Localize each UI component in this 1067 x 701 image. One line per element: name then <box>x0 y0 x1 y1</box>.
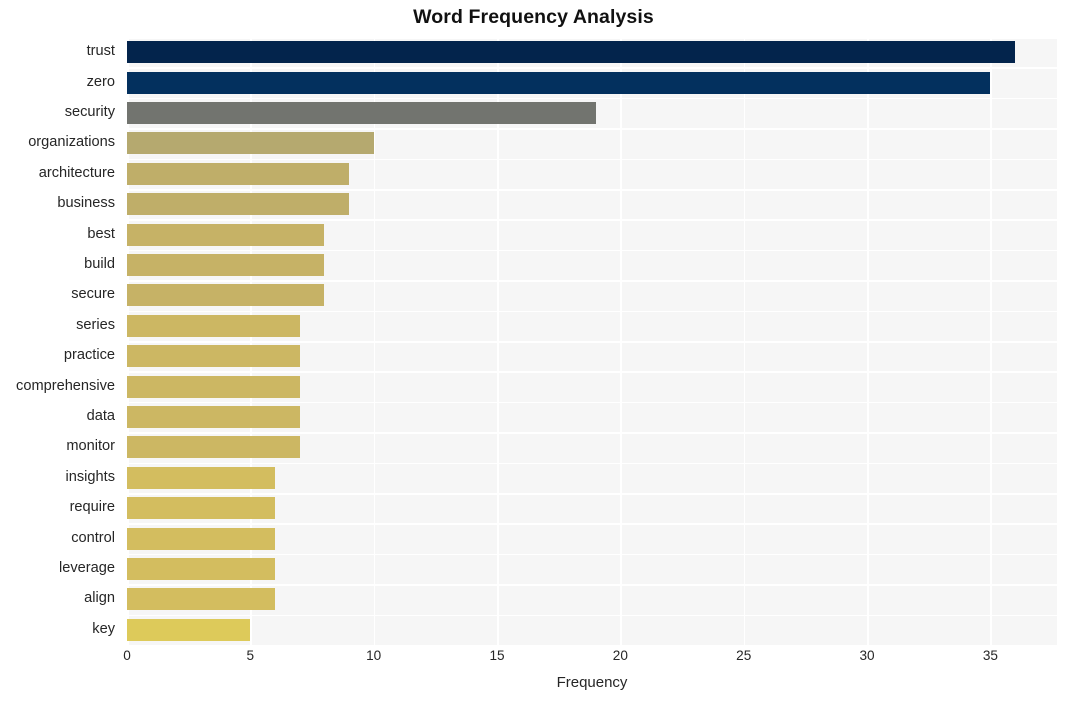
y-axis-tick-label: best <box>87 225 115 242</box>
y-axis-tick-label: require <box>69 499 115 516</box>
bar-row <box>127 493 1057 523</box>
y-axis-tick-label: architecture <box>38 164 115 181</box>
y-axis-tick-label: leverage <box>59 560 115 576</box>
bar[interactable] <box>127 314 300 337</box>
bar-row <box>127 219 1057 249</box>
bar[interactable] <box>127 284 325 307</box>
bar[interactable] <box>127 588 275 611</box>
chart-title: Word Frequency Analysis <box>413 6 654 28</box>
x-axis-tick-label: 5 <box>246 648 255 663</box>
bar[interactable] <box>127 71 991 94</box>
bar[interactable] <box>127 253 325 276</box>
bar[interactable] <box>127 557 275 580</box>
y-axis-tick-label: practice <box>63 347 115 364</box>
x-axis-tick-label: 20 <box>612 648 628 663</box>
bar[interactable] <box>127 527 275 550</box>
bar-row <box>127 67 1057 97</box>
bar-row <box>127 98 1057 128</box>
bar-row <box>127 584 1057 614</box>
bar[interactable] <box>127 101 596 124</box>
bar[interactable] <box>127 375 300 398</box>
y-axis-tick-label: align <box>84 590 115 607</box>
x-axis-tick-label: 10 <box>366 648 382 663</box>
bar[interactable] <box>127 132 374 155</box>
bar[interactable] <box>127 223 325 246</box>
y-axis-tick-label: build <box>84 256 115 272</box>
y-axis-tick-labels: trust zero security organizations architectu… <box>0 37 121 645</box>
bar[interactable] <box>127 405 300 428</box>
bar[interactable] <box>127 436 300 459</box>
x-axis-title: Frequency <box>556 674 628 691</box>
y-axis-tick-label: comprehensive <box>16 377 115 394</box>
y-axis-tick-label: series <box>76 316 115 333</box>
bar-row <box>127 189 1057 219</box>
plot-area <box>127 37 1057 647</box>
bar-row <box>127 37 1057 67</box>
word-frequency-chart-figure: Word Frequency Analysis trust zero securit… <box>0 0 1067 701</box>
horizontal-gridline <box>127 645 1057 647</box>
y-axis-tick-label: zero <box>86 73 115 90</box>
y-axis-tick-label: control <box>71 529 115 546</box>
bar-row <box>127 463 1057 493</box>
bar-row <box>127 341 1057 371</box>
bar[interactable] <box>127 41 1016 64</box>
bar[interactable] <box>127 497 275 520</box>
y-axis-tick-label: trust <box>86 43 115 60</box>
bar-row <box>127 159 1057 189</box>
bar[interactable] <box>127 162 350 185</box>
bar[interactable] <box>127 193 350 216</box>
bar-row <box>127 615 1057 645</box>
x-axis-tick-label: 0 <box>123 648 131 663</box>
bar-row <box>127 402 1057 432</box>
bar-row <box>127 250 1057 280</box>
bar[interactable] <box>127 466 275 489</box>
bar-row <box>127 280 1057 310</box>
y-axis-tick-label: business <box>57 195 115 212</box>
bar-row <box>127 432 1057 462</box>
y-axis-tick-label: data <box>86 408 115 424</box>
x-axis-tick-labels: 0 5 10 15 20 25 30 35 <box>123 648 1057 670</box>
x-axis-tick-label: 30 <box>859 648 875 663</box>
bar-row <box>127 371 1057 401</box>
y-axis-tick-label: security <box>64 104 115 120</box>
y-axis-tick-label: organizations <box>28 134 115 151</box>
y-axis-tick-label: secure <box>71 286 115 303</box>
y-axis-tick-label: monitor <box>66 438 115 455</box>
x-axis-tick-label: 25 <box>736 648 752 663</box>
x-axis-tick-label: 15 <box>489 648 505 663</box>
bar[interactable] <box>127 345 300 368</box>
bar-row <box>127 128 1057 158</box>
bar[interactable] <box>127 618 251 641</box>
bar-row <box>127 523 1057 553</box>
y-axis-tick-label: key <box>92 620 115 637</box>
bar-row <box>127 311 1057 341</box>
x-axis-tick-label: 35 <box>982 648 998 663</box>
bar-row <box>127 554 1057 584</box>
y-axis-tick-label: insights <box>65 468 115 485</box>
